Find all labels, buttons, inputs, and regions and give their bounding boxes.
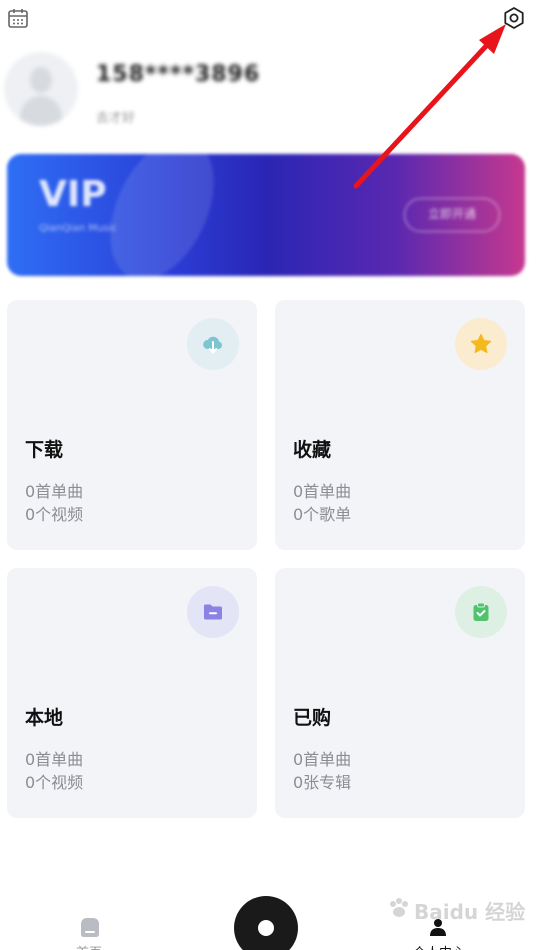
vip-title: VIP — [39, 174, 107, 215]
card-song-count: 0首单曲 — [25, 750, 84, 769]
card-song-count: 0首单曲 — [293, 482, 352, 501]
avatar[interactable] — [4, 52, 78, 126]
favorites-card[interactable]: 收藏 0首单曲 0个歌单 — [275, 300, 525, 550]
bag-check-icon — [455, 586, 507, 638]
vip-banner[interactable]: VIP QianQian Music 立即开通 — [7, 154, 525, 276]
profile-header[interactable]: 158****3896 去才好 — [0, 52, 540, 142]
card-album-count: 0张专辑 — [293, 773, 352, 792]
purchased-card[interactable]: 已购 0首单曲 0张专辑 — [275, 568, 525, 818]
nav-profile-label: 个人中心 — [413, 942, 465, 950]
nav-home-label: 首页 — [76, 942, 102, 950]
settings-icon[interactable] — [502, 6, 526, 30]
user-phone: 158****3896 — [96, 62, 261, 87]
folder-icon — [187, 586, 239, 638]
vip-open-button[interactable]: 立即开通 — [404, 198, 500, 232]
now-playing-disc[interactable] — [234, 896, 298, 950]
top-bar — [0, 0, 540, 40]
home-icon — [81, 918, 99, 937]
card-title: 收藏 — [293, 439, 332, 461]
card-title: 下载 — [25, 439, 64, 461]
cloud-download-icon — [187, 318, 239, 370]
download-card[interactable]: 下载 0首单曲 0个视频 — [7, 300, 257, 550]
paw-icon — [390, 898, 408, 917]
card-video-count: 0个视频 — [25, 505, 84, 524]
card-title: 已购 — [293, 707, 332, 729]
local-card[interactable]: 本地 0首单曲 0个视频 — [7, 568, 257, 818]
disc-center-icon — [258, 920, 274, 936]
card-playlist-count: 0个歌单 — [293, 505, 352, 524]
nav-home[interactable]: 首页 — [60, 910, 120, 950]
calendar-icon[interactable] — [7, 7, 29, 29]
watermark-text: Baidu 经验 — [414, 900, 526, 924]
vip-subtitle: QianQian Music — [39, 223, 117, 234]
baidu-watermark: Baidu 经验 — [386, 888, 526, 930]
card-song-count: 0首单曲 — [25, 482, 84, 501]
card-title: 本地 — [25, 707, 64, 729]
card-song-count: 0首单曲 — [293, 750, 352, 769]
user-nickname: 去才好 — [96, 111, 136, 126]
card-video-count: 0个视频 — [25, 773, 84, 792]
star-icon — [455, 318, 507, 370]
